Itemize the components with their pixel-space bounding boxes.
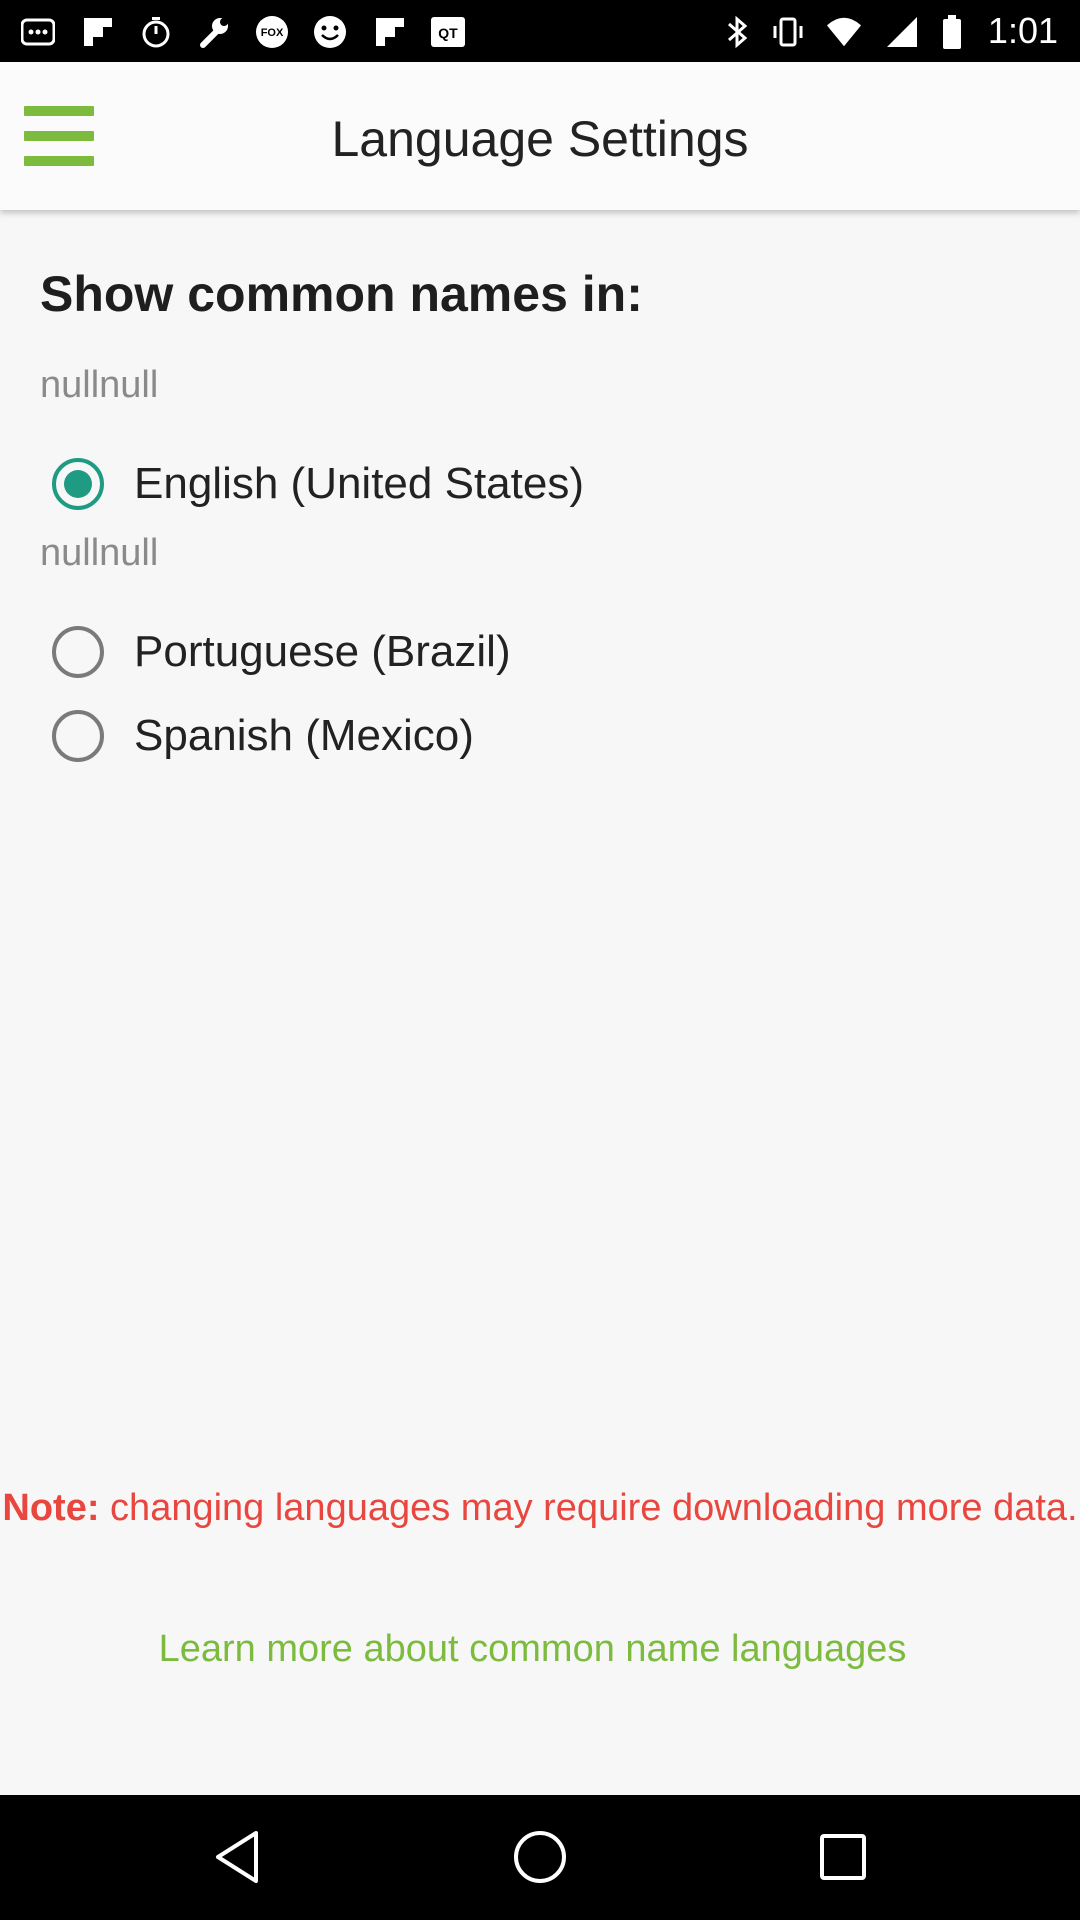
recents-icon[interactable] [813, 1827, 873, 1887]
language-option-label: Spanish (Mexico) [134, 711, 474, 760]
radio-unchecked-icon[interactable] [52, 710, 104, 762]
app-bar: Language Settings [0, 62, 1080, 210]
language-option-spanish-mexico[interactable]: Spanish (Mexico) [52, 701, 474, 771]
home-icon[interactable] [510, 1827, 570, 1887]
more-dots-icon [20, 14, 56, 50]
smiley-icon [312, 14, 348, 50]
wifi-icon [826, 14, 862, 50]
radio-unchecked-icon[interactable] [52, 626, 104, 678]
wrench-icon [196, 14, 232, 50]
radio-checked-icon[interactable] [52, 458, 104, 510]
fox-sports-text: FOX [261, 27, 284, 39]
status-bar: FOX QT 1:01 [0, 0, 1080, 62]
flipboard-icon [372, 14, 408, 50]
page-title: Language Settings [331, 111, 749, 167]
download-note: Note: changing languages may require dow… [0, 1483, 1080, 1533]
note-text: changing languages may require downloadi… [99, 1487, 1078, 1529]
bluetooth-icon [720, 14, 756, 50]
timer-icon [138, 14, 174, 50]
navigation-bar [0, 1795, 1080, 1920]
language-option-label: Portuguese (Brazil) [134, 627, 511, 676]
back-icon[interactable] [207, 1827, 267, 1887]
vibrate-icon [770, 14, 806, 50]
note-prefix: Note: [2, 1487, 100, 1529]
status-time: 1:01 [987, 10, 1058, 51]
group-label: nullnull [40, 532, 159, 574]
learn-more-link[interactable]: Learn more about common name languages [0, 1628, 1065, 1671]
qt-text: QT [438, 25, 458, 41]
language-option-label: English (United States) [134, 459, 584, 508]
flipboard-icon [80, 14, 116, 50]
group-label: nullnull [40, 364, 159, 406]
qt-icon: QT [430, 14, 466, 50]
fox-sports-icon: FOX [254, 14, 290, 50]
battery-icon [934, 14, 970, 50]
section-title: Show common names in: [40, 266, 643, 322]
language-option-english-us[interactable]: English (United States) [52, 449, 584, 519]
language-option-portuguese-brazil[interactable]: Portuguese (Brazil) [52, 617, 511, 687]
signal-icon [884, 14, 920, 50]
